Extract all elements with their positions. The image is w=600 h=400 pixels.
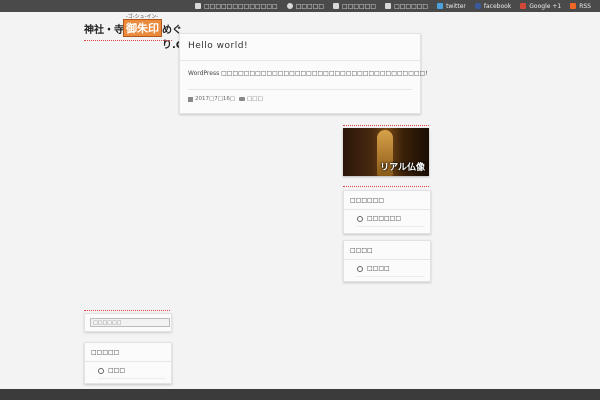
topbar-link-rss[interactable]: RSS (570, 3, 591, 10)
topbar-link-facebook[interactable]: facebook (474, 2, 512, 10)
calendar-icon (188, 96, 193, 102)
widget-item-label: □□□□□□ (367, 215, 402, 222)
topbar-link-label: Google +1 (529, 2, 562, 10)
widget-title: □□□□□□ (350, 197, 385, 204)
topbar-link-label: □□□□□□□□□□□□□ (203, 2, 278, 10)
widget-title-divider (344, 209, 430, 210)
logo-underline (84, 40, 172, 41)
bullet-icon (357, 265, 363, 272)
topbar-link-feed[interactable]: □□□□□□ (385, 3, 428, 10)
widget-list-item[interactable]: □□□□ (357, 265, 390, 272)
left-sidebar-divider (84, 310, 170, 311)
search-widget (84, 313, 172, 332)
rss-icon (570, 3, 577, 9)
topbar-link-label: RSS (579, 2, 591, 10)
page-icon (333, 3, 340, 9)
folder-icon (239, 97, 246, 101)
right-sidebar-top-divider (343, 125, 429, 126)
bullet-icon (357, 215, 363, 222)
widget-item-label: □□□□ (367, 265, 390, 272)
facebook-icon (474, 3, 481, 9)
post-category[interactable]: □□□ (247, 96, 263, 102)
topbar-link-twitter[interactable]: twitter (437, 3, 466, 10)
post-card: Hello world! WordPress □□□□□□□□□□□□□□□□□… (179, 33, 428, 114)
bullet-icon (98, 367, 104, 374)
post-date[interactable]: 2017□7□16□ (195, 96, 235, 102)
real-buddha-banner[interactable]: リアル仏像 (343, 128, 429, 176)
widget-item-divider (357, 226, 425, 227)
post-title-divider (180, 60, 420, 61)
topbar-link-label: □□□□□□ (394, 2, 429, 10)
banner-caption: リアル仏像 (380, 163, 425, 173)
widget-title: □□□□ (350, 247, 373, 254)
widget-list-item[interactable]: □□□ (98, 367, 125, 374)
widget-title: □□□□□ (91, 349, 120, 356)
topbar-link-page[interactable]: □□□□□□ (333, 3, 376, 10)
widget-title-divider (344, 259, 430, 260)
rss-page-icon (385, 3, 392, 9)
google-plus-icon (520, 3, 527, 9)
post-meta-divider (188, 89, 412, 90)
right-sidebar-divider (343, 186, 429, 187)
search-input[interactable] (90, 318, 170, 327)
sidebar-widget-2: □□□□ □□□□ (343, 240, 431, 282)
topbar-link-label: □□□□□ (295, 2, 325, 10)
topbar-link-label: twitter (446, 2, 466, 10)
post-title[interactable]: Hello world! (188, 41, 248, 51)
user-icon (286, 3, 293, 9)
topbar-links: □□□□□□□□□□□□□ □□□□□ □□□□□□ □□□□□□ twitte… (194, 0, 600, 12)
topbar-link-label: facebook (483, 2, 512, 10)
edit-icon (194, 3, 201, 9)
twitter-icon (437, 3, 444, 9)
widget-title-divider (85, 361, 171, 362)
admin-topbar: □□□□□□□□□□□□□ □□□□□ □□□□□□ □□□□□□ twitte… (0, 0, 600, 12)
topbar-link-user[interactable]: □□□□□ (286, 2, 325, 10)
sidebar-widget-3: □□□□□ □□□ (84, 342, 172, 384)
post-excerpt: WordPress □□□□□□□□□□□□□□□□□□□□□□□□□□□□□□… (188, 70, 428, 77)
topbar-link-google-plus[interactable]: Google +1 (520, 3, 561, 10)
widget-item-divider (98, 378, 166, 379)
logo-text-highlight: 御朱印 (123, 19, 162, 37)
sidebar-widget-1: □□□□□□ □□□□□□ (343, 190, 431, 234)
footer-bar (0, 389, 600, 400)
topbar-link-label: □□□□□□ (342, 2, 377, 10)
topbar-link-edit[interactable]: □□□□□□□□□□□□□ (194, 2, 278, 10)
widget-list-item[interactable]: □□□□□□ (357, 215, 401, 222)
widget-item-label: □□□ (108, 367, 126, 374)
post-meta: 2017□7□16□ □□□ (188, 96, 263, 102)
widget-item-divider (357, 276, 425, 277)
